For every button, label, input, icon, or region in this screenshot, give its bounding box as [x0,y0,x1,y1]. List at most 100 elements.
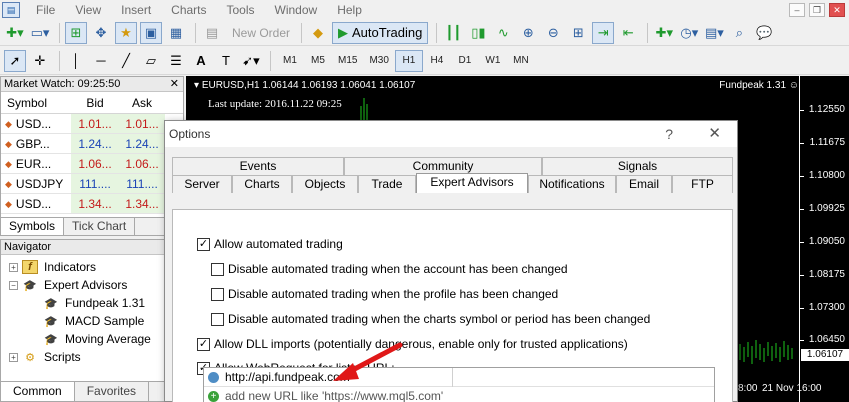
collapse-icon[interactable]: − [9,280,18,290]
restore-button[interactable]: ❐ [809,3,825,17]
tab-ftp[interactable]: FTP [672,175,733,193]
timeframe-m30[interactable]: M30 [363,50,394,72]
help-button[interactable]: ? [665,121,673,147]
table-row[interactable]: ◆ GBP... 1.24... 1.24... [1,134,183,154]
tab-favorites[interactable]: Favorites [75,382,150,401]
allow-automated-trading-option[interactable]: ✓ Allow automated trading [197,237,343,251]
table-row[interactable]: ◆ USD... 1.34... 1.34... [1,194,183,214]
candlestick-icon[interactable]: ▯▮ [467,22,489,44]
disable-on-profile-change-checkbox[interactable] [211,287,224,301]
menu-insert[interactable]: Insert [111,0,161,20]
tab-objects[interactable]: Objects [292,175,358,193]
nav-item-scripts[interactable]: + ⚙ Scripts [9,348,81,366]
crosshair-icon[interactable]: ✛ [29,50,51,72]
disable-on-symbol-change-option[interactable]: Disable automated trading when the chart… [211,312,650,326]
table-row[interactable]: ◆ USDJPY 111.... 111.... [1,174,183,194]
autoscroll-icon[interactable]: ⇥ [592,21,615,44]
arrows-icon[interactable]: ➹▾ [240,50,262,72]
tab-symbols[interactable]: Symbols [1,218,65,235]
timeframe-h4[interactable]: H4 [423,50,451,72]
tab-expert-advisors[interactable]: Expert Advisors [416,173,528,193]
trendline-icon[interactable]: ╱ [115,50,137,72]
price-axis[interactable]: 1.12550 1.11675 1.10800 1.09925 1.09050 … [799,76,849,402]
indicators-icon[interactable]: ✚▾ [653,22,675,44]
templates-icon[interactable]: ▤▾ [703,22,725,44]
timeframe-m5[interactable]: M5 [304,50,332,72]
new-order-button[interactable]: New Order [226,26,296,40]
periods-icon[interactable]: ◷▾ [678,22,700,44]
timeframe-d1[interactable]: D1 [451,50,479,72]
disable-on-account-change-checkbox[interactable] [211,262,224,276]
allow-dll-imports-checkbox[interactable]: ✓ [197,337,210,351]
disable-on-account-change-option[interactable]: Disable automated trading when the accou… [211,262,568,276]
nav-item-fundpeak[interactable]: 🎓 Fundpeak 1.31 [43,294,145,312]
timeframe-w1[interactable]: W1 [479,50,507,72]
menu-window[interactable]: Window [265,0,328,20]
expand-icon[interactable]: + [9,352,18,362]
label-icon[interactable]: T [215,50,237,72]
nav-item-expert-advisors[interactable]: − 🎓 Expert Advisors [9,276,127,294]
tile-windows-icon[interactable]: ⊞ [567,22,589,44]
tab-charts[interactable]: Charts [232,175,292,193]
bar-chart-icon[interactable]: ┃┃ [442,22,464,44]
strategy-tester-icon[interactable]: ▦ [165,22,187,44]
tab-notifications[interactable]: Notifications [528,175,616,193]
metaeditor-icon[interactable]: ◆ [307,22,329,44]
column-header-symbol[interactable]: Symbol [1,92,71,113]
list-item[interactable]: http://api.fundpeak.com [204,367,714,387]
new-order-icon[interactable]: ▤ [201,22,223,44]
close-icon[interactable]: ✕ [170,77,179,92]
webrequest-url-list[interactable]: http://api.fundpeak.com + add new URL li… [203,367,715,402]
autotrading-button[interactable]: ▶ AutoTrading [332,21,429,44]
tab-events[interactable]: Events [172,157,344,175]
tab-signals[interactable]: Signals [542,157,733,175]
chat-icon[interactable]: 💬 [753,22,775,44]
table-row[interactable]: ◆ EUR... 1.06... 1.06... [1,154,183,174]
nav-item-indicators[interactable]: + f Indicators [9,258,96,276]
zoom-out-icon[interactable]: ⊖ [542,22,564,44]
menu-help[interactable]: Help [327,0,372,20]
timeframe-mn[interactable]: MN [507,50,535,72]
fibonacci-icon[interactable]: ☰ [165,50,187,72]
tab-email[interactable]: Email [616,175,672,193]
disable-on-profile-change-option[interactable]: Disable automated trading when the profi… [211,287,558,301]
column-header-ask[interactable]: Ask [119,92,165,113]
nav-item-moving-average[interactable]: 🎓 Moving Average [43,330,151,348]
tab-common[interactable]: Common [1,382,75,401]
search-icon[interactable]: ⌕ [728,22,750,44]
expand-icon[interactable]: + [9,262,18,272]
chart-shift-icon[interactable]: ⇤ [617,22,639,44]
disable-on-symbol-change-checkbox[interactable] [211,312,224,326]
nav-item-macd-sample[interactable]: 🎓 MACD Sample [43,312,144,330]
menu-file[interactable]: File [26,0,65,20]
add-url-row[interactable]: + add new URL like 'https://www.mql5.com… [204,387,714,402]
timeframe-m1[interactable]: M1 [276,50,304,72]
minimize-button[interactable]: – [789,3,805,17]
vertical-line-icon[interactable]: │ [65,50,87,72]
text-icon[interactable]: A [190,50,212,72]
tab-server[interactable]: Server [172,175,232,193]
market-watch-toggle-icon[interactable]: ⊞ [65,21,87,44]
timeframe-m15[interactable]: M15 [332,50,363,72]
profiles-icon[interactable]: ▭▾ [29,22,51,44]
horizontal-line-icon[interactable]: ─ [90,50,112,72]
close-window-button[interactable]: ✕ [829,3,845,17]
column-header-bid[interactable]: Bid [71,92,119,113]
data-window-icon[interactable]: ✥ [90,22,112,44]
navigator-toggle-icon[interactable]: ★ [115,21,137,44]
cursor-icon[interactable]: ➚ [4,49,26,72]
menu-tools[interactable]: Tools [217,0,265,20]
line-chart-icon[interactable]: ∿ [492,22,514,44]
zoom-in-icon[interactable]: ⊕ [517,22,539,44]
new-chart-icon[interactable]: ✚▾ [4,22,26,44]
tab-tick-chart[interactable]: Tick Chart [64,218,136,235]
tab-trade[interactable]: Trade [358,175,416,193]
menu-view[interactable]: View [65,0,111,20]
table-row[interactable]: ◆ USD... 1.01... 1.01... [1,114,183,134]
menu-charts[interactable]: Charts [161,0,216,20]
allow-automated-trading-checkbox[interactable]: ✓ [197,237,210,251]
dialog-close-button[interactable]: ✕ [708,121,721,147]
timeframe-h1[interactable]: H1 [394,49,423,72]
terminal-toggle-icon[interactable]: ▣ [140,21,162,44]
channel-icon[interactable]: ▱ [140,50,162,72]
